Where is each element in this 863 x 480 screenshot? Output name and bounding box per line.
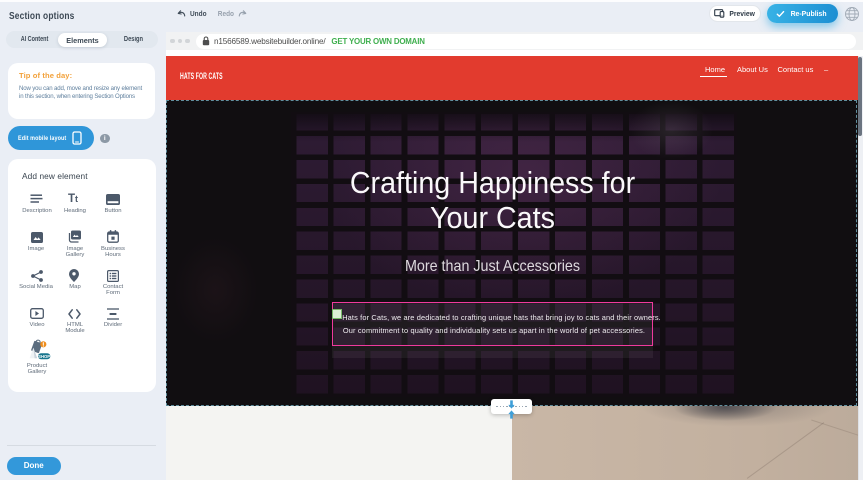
svg-text:SHOP: SHOP [38, 354, 50, 359]
